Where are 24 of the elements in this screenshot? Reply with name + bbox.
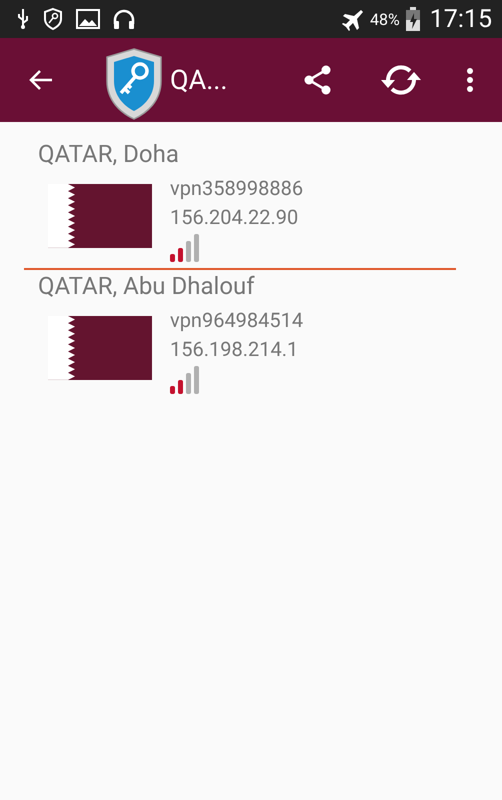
server-name: vpn964984514 (170, 307, 304, 334)
back-arrow-icon (28, 69, 54, 91)
usb-icon (16, 8, 30, 30)
image-icon (76, 9, 100, 29)
airplane-icon (340, 7, 364, 31)
qatar-flag-icon (48, 184, 152, 248)
server-ip: 156.198.214.1 (170, 336, 300, 363)
qatar-flag-icon (48, 316, 152, 380)
server-ip: 156.204.22.90 (170, 204, 300, 231)
signal-strength-icon (170, 234, 202, 262)
server-location: QATAR, Doha (37, 139, 180, 170)
app-title: QA... (170, 64, 229, 96)
shield-key-logo-icon (104, 47, 164, 121)
server-location: QATAR, Abu Dhalouf (37, 271, 256, 302)
clock-time: 17:15 (430, 4, 492, 34)
battery-icon (406, 7, 420, 31)
battery-percentage: 48% (370, 10, 400, 28)
signal-strength-icon (170, 366, 202, 394)
shield-icon (42, 7, 64, 31)
server-name: vpn358998886 (170, 175, 304, 202)
headphones-icon (112, 8, 136, 30)
refresh-icon (380, 63, 422, 97)
more-icon (466, 67, 474, 93)
share-icon (304, 65, 332, 95)
